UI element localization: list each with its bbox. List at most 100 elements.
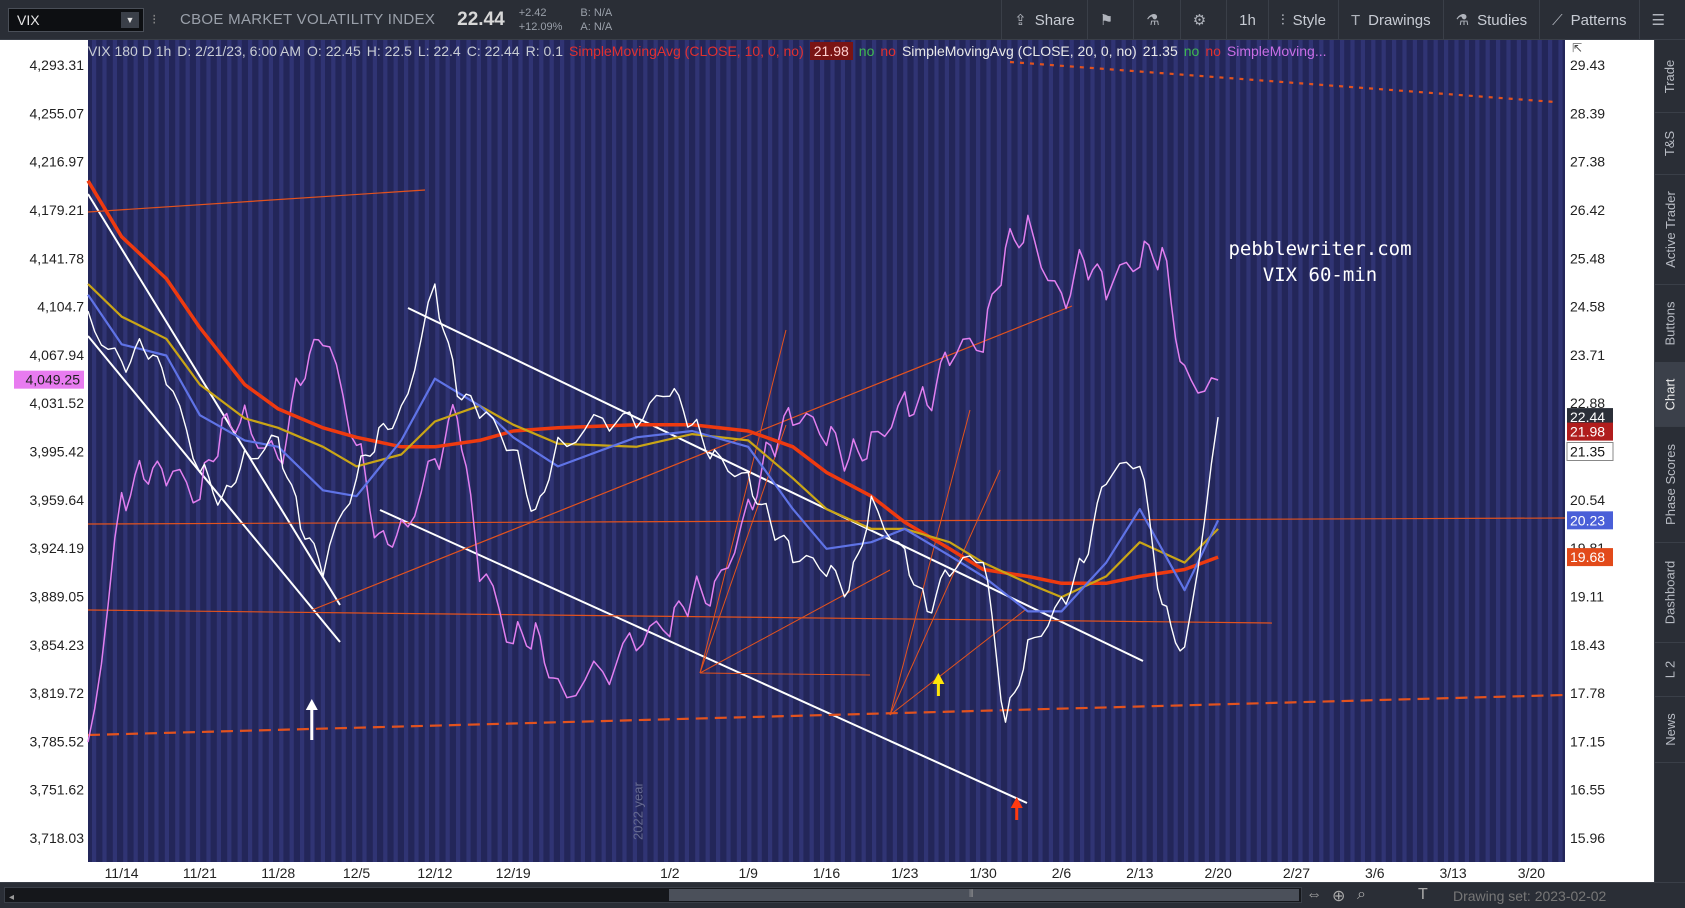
session-stripe xyxy=(1485,40,1490,862)
link-icon[interactable]: ⁝ xyxy=(152,11,162,28)
session-stripe xyxy=(1267,40,1272,862)
legend-open: O: 22.45 xyxy=(307,43,361,59)
session-stripe xyxy=(965,40,970,862)
scroll-left-icon[interactable]: ◂ xyxy=(9,892,14,903)
legend-sma20-label[interactable]: SimpleMovingAvg (CLOSE, 20, 0, no) xyxy=(902,43,1137,59)
tab-phase-scores[interactable]: Phase Scores xyxy=(1655,426,1685,543)
legend-close: C: 22.44 xyxy=(466,43,520,59)
watermark-line1: pebblewriter.com xyxy=(1228,238,1412,260)
session-stripe xyxy=(674,40,679,862)
legend-sma-more-label[interactable]: SimpleMoving... xyxy=(1227,43,1327,59)
menu-button[interactable]: ☰ xyxy=(1638,0,1685,40)
session-stripe xyxy=(1371,40,1376,862)
session-stripe xyxy=(1475,40,1480,862)
tab-chart[interactable]: Chart xyxy=(1655,362,1685,427)
session-stripe xyxy=(632,40,637,862)
drawing-set-label[interactable]: Drawing set: 2023-02-02 xyxy=(1453,888,1606,904)
tab-trade[interactable]: Trade xyxy=(1655,40,1685,113)
right-price-badge-label: 21.35 xyxy=(1570,444,1605,460)
session-stripe xyxy=(1496,40,1501,862)
session-stripe xyxy=(1007,40,1012,862)
right-price-badge-label: 19.68 xyxy=(1570,549,1605,565)
tab-active-trader[interactable]: Active Trader xyxy=(1655,174,1685,285)
session-stripe xyxy=(622,40,627,862)
session-stripe xyxy=(1423,40,1428,862)
price-chart[interactable]: 4,293.31 4,255.07 4,216.97 4,179.21 4,141.78… xyxy=(0,40,1655,882)
x-axis-tick-label: 3/6 xyxy=(1365,865,1385,881)
session-stripe xyxy=(560,40,565,862)
session-stripe xyxy=(1215,40,1220,862)
x-axis-tick-label: 12/19 xyxy=(496,865,531,881)
drawings-button[interactable]: T Drawings xyxy=(1337,0,1443,40)
session-stripe xyxy=(175,40,180,862)
session-stripe xyxy=(1173,40,1178,862)
session-stripe xyxy=(1444,40,1449,862)
left-axis-tick-label: 3,924.19 xyxy=(30,540,85,556)
left-axis-tick-label: 3,854.23 xyxy=(30,637,85,653)
right-axis-tick-label: 16.55 xyxy=(1570,782,1605,798)
session-stripe xyxy=(518,40,523,862)
legend-sma10-label[interactable]: SimpleMovingAvg (CLOSE, 10, 0, no) xyxy=(569,43,804,59)
flask-button[interactable]: ⚗ xyxy=(1133,0,1179,40)
studies-button[interactable]: ⚗ Studies xyxy=(1442,0,1540,40)
legend-date: D: 2/21/23, 6:00 AM xyxy=(177,43,302,59)
session-stripe xyxy=(549,40,554,862)
timeframe-button[interactable]: 1h xyxy=(1226,0,1268,40)
expand-icon[interactable]: ⇔ xyxy=(1306,886,1322,904)
scroll-thumb[interactable]: ⦀ xyxy=(669,889,1299,901)
flag-button[interactable]: ⚑ xyxy=(1086,0,1133,40)
drawing-tool-icon[interactable]: T xyxy=(1418,886,1428,904)
session-stripe xyxy=(300,40,305,862)
session-stripe xyxy=(892,40,897,862)
right-axis-tick-label: 23.71 xyxy=(1570,347,1605,363)
horizontal-scrollbar[interactable]: ◂ ⦀ xyxy=(4,887,1302,903)
right-axis-tick-label: 19.11 xyxy=(1570,588,1604,604)
top-toolbar: VIX ▼ ⁝ CBOE MARKET VOLATILITY INDEX 22.… xyxy=(0,0,1685,40)
right-axis-tick-label: 28.39 xyxy=(1570,105,1605,121)
symbol-input[interactable]: VIX ▼ xyxy=(8,7,144,32)
tab-level2[interactable]: L 2 xyxy=(1655,642,1685,697)
session-stripe xyxy=(1277,40,1282,862)
patterns-button[interactable]: ⟋ Patterns xyxy=(1539,0,1638,40)
session-stripe xyxy=(726,40,731,862)
bid-ask-block: B: N/A A: N/A xyxy=(580,6,612,34)
settings-button[interactable]: ⚙ xyxy=(1179,0,1226,40)
session-stripe xyxy=(1028,40,1033,862)
style-button[interactable]: ⫶ Style xyxy=(1267,0,1338,40)
x-axis-tick-label: 1/16 xyxy=(813,865,840,881)
right-axis-tick-label: 17.78 xyxy=(1570,685,1605,701)
x-axis-tick-label: 1/9 xyxy=(738,865,758,881)
session-stripe xyxy=(1256,40,1261,862)
left-axis-tick-label: 3,959.64 xyxy=(30,492,85,508)
left-axis-tick-label: 4,141.78 xyxy=(30,250,85,266)
flask-icon: ⚗ xyxy=(1146,12,1160,29)
crosshair-icon[interactable]: ⊕ xyxy=(1332,886,1345,906)
zoom-icon[interactable]: ⌕ xyxy=(1357,886,1366,904)
tab-dashboard[interactable]: Dashboard xyxy=(1655,542,1685,643)
chevron-down-icon[interactable]: ▼ xyxy=(121,11,139,28)
session-stripe xyxy=(986,40,991,862)
session-stripe xyxy=(996,40,1001,862)
tab-news[interactable]: News xyxy=(1655,696,1685,763)
chart-area[interactable]: 4,293.31 4,255.07 4,216.97 4,179.21 4,141.78… xyxy=(0,40,1655,882)
legend-flag: no xyxy=(880,43,896,59)
session-stripe xyxy=(102,40,107,862)
bottom-bar: ◂ ⦀ ⇔ ⊕ ⌕ T Drawing set: 2023-02-02 xyxy=(0,882,1685,908)
tab-time-and-sales[interactable]: T&S xyxy=(1655,112,1685,175)
session-stripe xyxy=(1038,40,1043,862)
right-axis-tick-label: 29.43 xyxy=(1570,57,1605,73)
session-stripe xyxy=(695,40,700,862)
session-stripe xyxy=(435,40,440,862)
session-stripe xyxy=(861,40,866,862)
year-marker: 2022 year xyxy=(630,782,645,840)
x-axis-tick-label: 1/23 xyxy=(891,865,918,881)
session-stripe xyxy=(1340,40,1345,862)
session-stripe xyxy=(268,40,273,862)
session-stripe xyxy=(248,40,253,862)
share-button[interactable]: ⇪ Share xyxy=(1001,0,1087,40)
left-axis-tick-label: 4,104.7 xyxy=(37,299,84,315)
left-axis-tick-label: 4,067.94 xyxy=(30,347,85,363)
chart-tools-icon: ⇱ xyxy=(1572,41,1582,55)
legend-range: R: 0.1 xyxy=(525,43,563,59)
tab-buttons[interactable]: Buttons xyxy=(1655,284,1685,363)
